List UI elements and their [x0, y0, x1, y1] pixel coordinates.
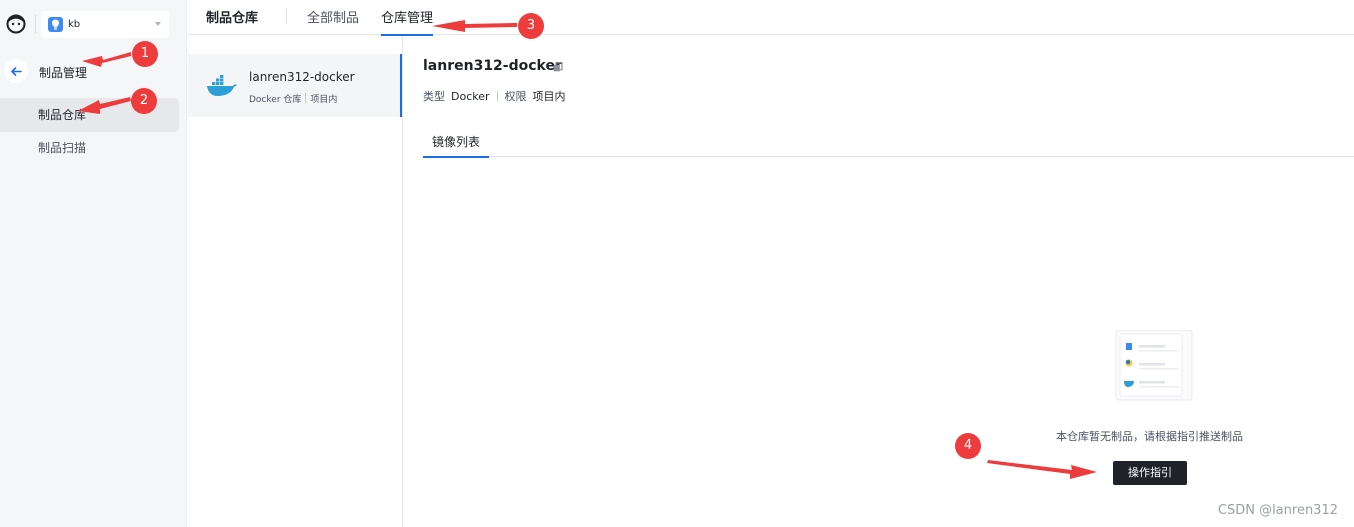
repo-list: lanren312-docker Docker 仓库 项目内: [188, 36, 403, 527]
tab-image-list[interactable]: 镜像列表: [423, 133, 490, 158]
detail-subtabs: 镜像列表: [423, 133, 1354, 158]
annotation-badge-3: 3: [518, 13, 544, 39]
divider: [35, 15, 36, 33]
arrow-left-icon: [10, 66, 22, 76]
repo-list-item[interactable]: lanren312-docker Docker 仓库 项目内: [188, 54, 402, 117]
divider: [286, 8, 287, 24]
guide-button[interactable]: 操作指引: [1113, 461, 1187, 485]
repo-detail-title: lanren312-docker: [423, 58, 562, 74]
project-selector[interactable]: kb: [41, 11, 169, 38]
chevron-down-icon: [155, 22, 161, 26]
sidebar-item-label: 制品仓库: [38, 108, 87, 122]
repo-detail: lanren312-docker 类型 Docker 权限 项目内 镜像列表 本…: [404, 36, 1354, 527]
copy-icon[interactable]: [553, 62, 563, 72]
type-value: Docker: [451, 89, 490, 103]
repo-permission: 项目内: [310, 95, 338, 105]
empty-state-text: 本仓库暂无制品，请根据指引推送制品: [1056, 430, 1243, 443]
empty-state-illustration: [1115, 330, 1193, 401]
project-name: kb: [68, 19, 81, 30]
tab-all-artifacts[interactable]: 全部制品: [307, 7, 359, 35]
permission-label: 权限: [504, 90, 527, 103]
top-header: 制品仓库 全部制品 仓库管理: [188, 0, 1354, 36]
repo-meta: Docker 仓库 项目内: [249, 92, 337, 105]
back-button[interactable]: [4, 59, 28, 83]
tab-repo-management[interactable]: 仓库管理: [381, 7, 434, 36]
annotation-badge-1: 1: [132, 41, 158, 67]
sidebar-item-artifact-scan[interactable]: 制品扫描: [0, 131, 179, 165]
annotation-badge-2: 2: [131, 88, 157, 114]
sidebar-item-label: 制品扫描: [38, 141, 87, 155]
annotation-badge-4: 4: [955, 433, 981, 459]
project-icon: [48, 17, 63, 32]
section-title: 制品管理: [39, 66, 88, 80]
permission-value: 项目内: [532, 90, 566, 103]
page-title: 制品仓库: [206, 11, 259, 26]
sidebar: kb 制品管理 制品仓库 制品扫描: [0, 0, 187, 527]
docker-icon: [207, 75, 237, 96]
type-label: 类型: [423, 90, 445, 103]
repo-detail-meta: 类型 Docker 权限 项目内: [423, 88, 566, 104]
repo-type: Docker 仓库: [249, 95, 302, 105]
divider: [305, 93, 307, 103]
divider: [496, 91, 498, 101]
app-logo-icon[interactable]: [5, 12, 27, 34]
repo-name: lanren312-docker: [249, 70, 355, 84]
watermark: CSDN @lanren312: [1217, 503, 1338, 518]
